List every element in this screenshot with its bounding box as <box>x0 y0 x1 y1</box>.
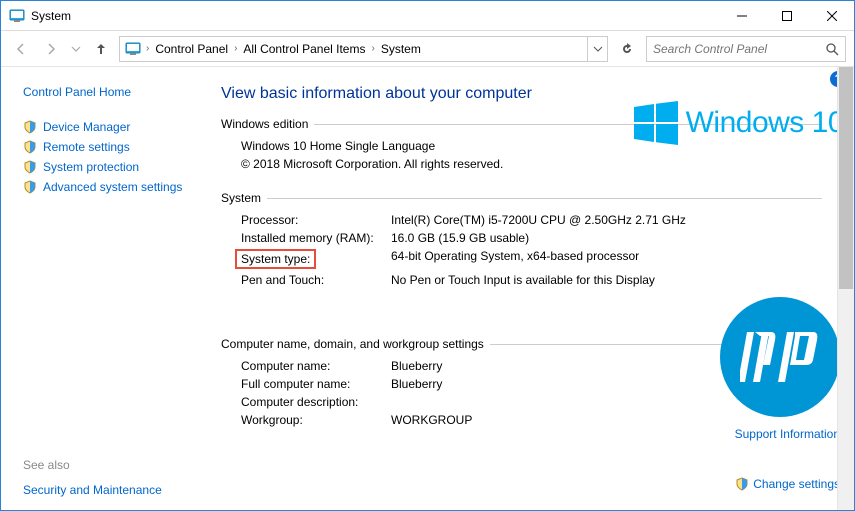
windows-edition-block: Windows 10 Home Single Language © 2018 M… <box>241 137 521 173</box>
shield-icon <box>23 140 37 154</box>
system-breadcrumb-icon <box>124 41 142 57</box>
edition-name: Windows 10 Home Single Language <box>241 139 435 153</box>
up-button[interactable] <box>89 37 113 61</box>
row-val: 64-bit Operating System, x64-based proce… <box>391 249 822 269</box>
control-panel-home-link[interactable]: Control Panel Home <box>23 85 189 99</box>
row-key: Computer name: <box>241 359 391 373</box>
hp-logo <box>720 297 840 417</box>
row-val: 16.0 GB (15.9 GB usable) <box>391 231 822 245</box>
row-val: Intel(R) Core(TM) i5-7200U CPU @ 2.50GHz… <box>391 213 822 227</box>
sidebar-item-advanced-settings[interactable]: Advanced system settings <box>23 177 189 197</box>
forward-button[interactable] <box>39 37 63 61</box>
windows-logo-icon <box>634 101 678 145</box>
breadcrumb-control-panel[interactable]: Control Panel <box>153 42 230 56</box>
minimize-button[interactable] <box>719 1 764 30</box>
change-settings-label: Change settings <box>753 477 840 491</box>
table-row: Processor: Intel(R) Core(TM) i5-7200U CP… <box>241 211 822 229</box>
row-key: Workgroup: <box>241 413 391 427</box>
sidebar-item-label: Remote settings <box>43 140 130 154</box>
table-row: Pen and Touch: No Pen or Touch Input is … <box>241 271 822 289</box>
sidebar-item-label: Advanced system settings <box>43 180 182 194</box>
system-info-table: Processor: Intel(R) Core(TM) i5-7200U CP… <box>241 211 822 289</box>
sidebar-bottom: See also Security and Maintenance <box>23 446 189 500</box>
search-box[interactable] <box>646 36 846 62</box>
sidebar-item-label: Security and Maintenance <box>23 483 162 497</box>
scrollbar-thumb[interactable] <box>839 67 853 289</box>
section-header-text: Windows edition <box>221 117 308 131</box>
sidebar-item-system-protection[interactable]: System protection <box>23 157 189 177</box>
window-title: System <box>31 9 71 23</box>
highlight-system-type: System type: <box>235 249 316 269</box>
close-button[interactable] <box>809 1 854 30</box>
section-header-text: System <box>221 191 261 205</box>
sidebar: Control Panel Home Device Manager Remote… <box>1 67 201 510</box>
see-also-label: See also <box>23 458 189 472</box>
refresh-button[interactable] <box>614 36 640 62</box>
shield-icon <box>23 120 37 134</box>
section-header-text: Computer name, domain, and workgroup set… <box>221 337 484 351</box>
nav-bar: › Control Panel › All Control Panel Item… <box>1 31 854 67</box>
content-area: Control Panel Home Device Manager Remote… <box>1 67 854 510</box>
row-val: No Pen or Touch Input is available for t… <box>391 273 822 287</box>
row-key: Full computer name: <box>241 377 391 391</box>
back-button[interactable] <box>9 37 33 61</box>
search-icon[interactable] <box>819 42 845 56</box>
shield-icon <box>735 477 749 491</box>
row-key: Pen and Touch: <box>241 273 391 287</box>
row-key: Processor: <box>241 213 391 227</box>
row-key: System type: <box>241 249 391 269</box>
chevron-right-icon[interactable]: › <box>367 43 378 54</box>
shield-icon <box>23 180 37 194</box>
row-val: WORKGROUP <box>391 413 822 427</box>
row-key: Installed memory (RAM): <box>241 231 391 245</box>
see-also-security-maintenance[interactable]: Security and Maintenance <box>23 480 189 500</box>
system-app-icon <box>9 8 25 24</box>
change-settings-link[interactable]: Change settings <box>735 477 840 491</box>
title-bar: System <box>1 1 854 31</box>
section-system: System <box>221 191 822 205</box>
windows-logo-text: Windows 10 <box>686 106 844 140</box>
window-controls <box>719 1 854 30</box>
breadcrumb[interactable]: › Control Panel › All Control Panel Item… <box>119 36 608 62</box>
chevron-right-icon[interactable]: › <box>230 43 241 54</box>
row-key: Computer description: <box>241 395 391 409</box>
table-row: Installed memory (RAM): 16.0 GB (15.9 GB… <box>241 229 822 247</box>
search-input[interactable] <box>647 42 819 56</box>
sidebar-item-remote-settings[interactable]: Remote settings <box>23 137 189 157</box>
breadcrumb-system[interactable]: System <box>379 42 423 56</box>
maximize-button[interactable] <box>764 1 809 30</box>
vertical-scrollbar[interactable] <box>837 67 854 510</box>
recent-dropdown[interactable] <box>69 37 83 61</box>
sidebar-item-label: System protection <box>43 160 139 174</box>
table-row: System type: 64-bit Operating System, x6… <box>241 247 822 271</box>
address-dropdown[interactable] <box>587 37 607 61</box>
main-panel: ? View basic information about your comp… <box>201 67 854 510</box>
breadcrumb-all-items[interactable]: All Control Panel Items <box>241 42 367 56</box>
windows-logo: Windows 10 <box>634 101 844 145</box>
sidebar-item-label: Device Manager <box>43 120 130 134</box>
chevron-right-icon[interactable]: › <box>142 43 153 54</box>
shield-icon <box>23 160 37 174</box>
copyright-text: © 2018 Microsoft Corporation. All rights… <box>241 157 503 171</box>
support-information-link[interactable]: Support Information <box>735 427 840 441</box>
sidebar-item-device-manager[interactable]: Device Manager <box>23 117 189 137</box>
